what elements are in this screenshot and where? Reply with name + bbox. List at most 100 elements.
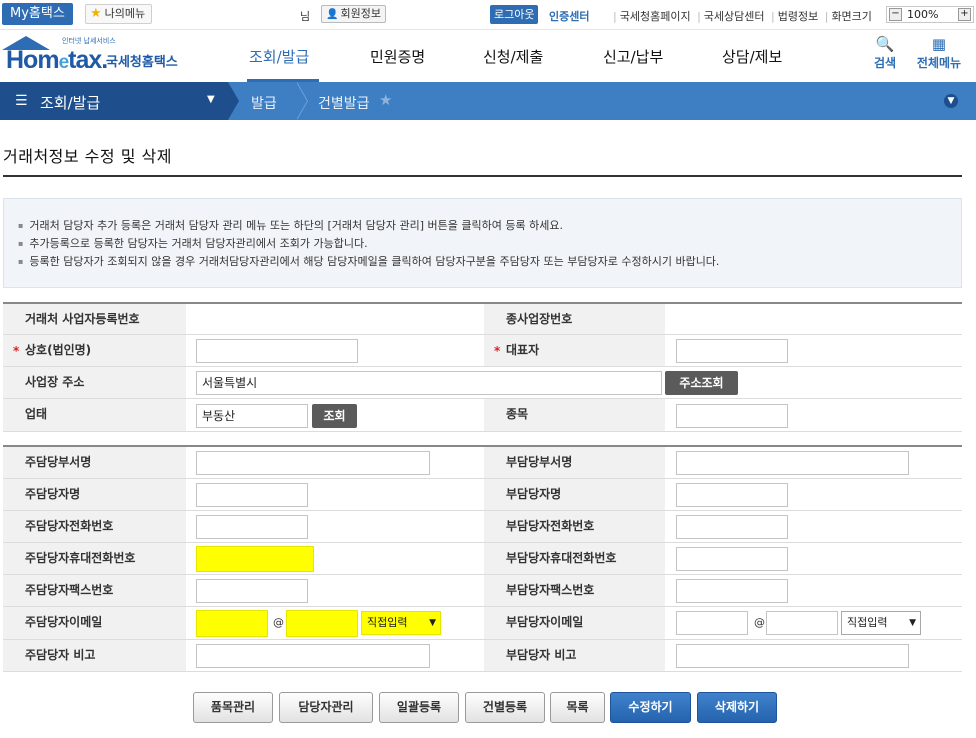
main-email-cell: @ 직접입력 ▼: [186, 607, 484, 639]
all-menu-button[interactable]: ▦ 전체메뉴: [913, 34, 965, 71]
sub-email-domain-input[interactable]: [766, 611, 838, 635]
main-name-input[interactable]: [196, 483, 308, 507]
sub-email-domain-select[interactable]: 직접입력 ▼: [841, 611, 921, 635]
ceo-input[interactable]: [676, 339, 788, 363]
main-email-label: 주담당자이메일: [3, 607, 186, 639]
top-links: | 국세청홈페이지 | 국세상담센터 | 법령정보 | 화면크기: [612, 8, 874, 24]
sub-tel-input[interactable]: [676, 515, 788, 539]
sub-dept-label: 부담당부서명: [484, 447, 665, 478]
sub-fax-input[interactable]: [676, 579, 788, 603]
star-icon: ★: [90, 6, 102, 21]
title-divider: [3, 175, 962, 177]
chevron-down-icon[interactable]: ▼: [944, 94, 958, 108]
separator: |: [824, 10, 829, 23]
address-input[interactable]: 서울특별시: [196, 371, 662, 395]
biztype-search-button[interactable]: 조회: [312, 404, 357, 428]
consult-center-link[interactable]: 국세상담센터: [704, 10, 765, 23]
main-note-input[interactable]: [196, 644, 430, 668]
nav-apply-submit[interactable]: 신청/제출: [483, 46, 543, 67]
main-mobile-input[interactable]: [196, 546, 314, 572]
breadcrumb-single-issue[interactable]: 건별발급: [318, 93, 370, 113]
sub-note-input[interactable]: [676, 644, 909, 668]
sub-tel-label: 부담당자전화번호: [484, 511, 665, 542]
nts-homepage-link[interactable]: 국세청홈페이지: [620, 10, 691, 23]
my-menu-button[interactable]: ★ 나의메뉴: [85, 4, 153, 24]
company-name-label-text: 상호(법인명): [25, 343, 92, 357]
bizno-label: 거래처 사업자등록번호: [3, 304, 186, 334]
zoom-in-button[interactable]: +: [958, 8, 971, 21]
contact-info-table: 주담당부서명 부담당부서명 주담당자명 부담당자명 주담당자전화번호 부담당자전…: [3, 445, 962, 672]
search-label: 검색: [873, 56, 897, 70]
main-mobile-cell: [186, 543, 484, 574]
bizitem-label: 종목: [484, 399, 665, 431]
modify-button[interactable]: 수정하기: [610, 692, 691, 723]
location-main-dropdown[interactable]: ☰ 조회/발급 ▼: [0, 82, 228, 120]
sub-tel-cell: [665, 511, 962, 542]
email-at-sign: @: [754, 616, 765, 629]
hometax-logo[interactable]: 인터넷 납세서비스 Hometax. 국세청홈택스: [2, 36, 192, 76]
sub-email-cell: @ 직접입력 ▼: [665, 607, 962, 639]
zoom-control: − 100% +: [886, 6, 974, 23]
list-button[interactable]: 목록: [550, 692, 605, 723]
sub-dept-input[interactable]: [676, 451, 909, 475]
address-search-button[interactable]: 주소조회: [665, 371, 738, 395]
sub-mobile-cell: [665, 543, 962, 574]
separator: |: [697, 10, 701, 23]
sub-name-input[interactable]: [676, 483, 788, 507]
sub-mobile-label: 부담당자휴대전화번호: [484, 543, 665, 574]
logo-subtitle: 인터넷 납세서비스: [62, 37, 116, 45]
law-info-link[interactable]: 법령정보: [778, 10, 818, 23]
main-header: 인터넷 납세서비스 Hometax. 국세청홈택스 조회/발급 민원증명 신청/…: [0, 30, 976, 82]
main-fax-input[interactable]: [196, 579, 308, 603]
sub-fax-label: 부담당자팩스번호: [484, 575, 665, 606]
breadcrumb-issue[interactable]: 발급: [251, 93, 277, 113]
breadcrumb-separator: [296, 82, 309, 120]
table-row: 거래처 사업자등록번호 종사업장번호: [3, 304, 962, 335]
biztype-label: 업태: [3, 399, 186, 431]
main-dept-label: 주담당부서명: [3, 447, 186, 478]
ceo-label-text: 대표자: [506, 343, 540, 357]
logo-wordmark: Hometax.: [6, 46, 108, 74]
delete-button[interactable]: 삭제하기: [697, 692, 777, 723]
my-hometax-button[interactable]: My홈택스: [2, 3, 73, 25]
zoom-out-button[interactable]: −: [889, 8, 902, 21]
sub-email-id-input[interactable]: [676, 611, 748, 635]
table-row: 업태 부동산 조회 종목: [3, 399, 962, 432]
item-manage-button[interactable]: 품목관리: [193, 692, 273, 723]
main-dept-input[interactable]: [196, 451, 430, 475]
table-row: 주담당자팩스번호 부담당자팩스번호: [3, 575, 962, 607]
main-email-domain-select[interactable]: 직접입력 ▼: [361, 611, 441, 635]
hamburger-icon: ☰: [15, 93, 28, 109]
biztype-cell: 부동산 조회: [186, 399, 484, 431]
nav-inquiry-issue[interactable]: 조회/발급: [249, 46, 309, 67]
bizitem-input[interactable]: [676, 404, 788, 428]
separator: |: [613, 10, 617, 23]
sub-note-cell: [665, 640, 962, 671]
logout-button[interactable]: 로그아웃: [490, 5, 539, 24]
zoom-value: 100%: [907, 8, 939, 21]
nav-consult-report[interactable]: 상담/제보: [722, 46, 782, 67]
cert-center-link[interactable]: 인증센터: [549, 8, 589, 24]
single-register-button[interactable]: 건별등록: [465, 692, 545, 723]
address-label: 사업장 주소: [3, 367, 186, 398]
biztype-input[interactable]: 부동산: [196, 404, 308, 428]
sub-mobile-input[interactable]: [676, 547, 788, 571]
company-name-cell: [186, 335, 484, 366]
main-tel-input[interactable]: [196, 515, 308, 539]
page-title: 거래처정보 수정 및 삭제: [3, 147, 172, 166]
favorite-star-icon[interactable]: ★: [379, 91, 392, 109]
member-info-button[interactable]: 👤 회원정보: [321, 5, 386, 23]
bulk-register-button[interactable]: 일괄등록: [379, 692, 459, 723]
contact-manage-button[interactable]: 담당자관리: [279, 692, 373, 723]
address-cell: 서울특별시 주소조회: [186, 367, 962, 398]
company-name-input[interactable]: [196, 339, 358, 363]
main-email-id-input[interactable]: [196, 610, 268, 637]
screen-size-label: 화면크기: [831, 10, 872, 23]
nav-civil-cert[interactable]: 민원증명: [370, 46, 425, 67]
search-button[interactable]: 🔍 검색: [872, 34, 898, 71]
main-email-domain-input[interactable]: [286, 610, 358, 637]
table-row: 주담당자 비고 부담당자 비고: [3, 640, 962, 672]
sub-email-label: 부담당자이메일: [484, 607, 665, 639]
nav-report-pay[interactable]: 신고/납부: [603, 46, 663, 67]
main-note-label: 주담당자 비고: [3, 640, 186, 671]
